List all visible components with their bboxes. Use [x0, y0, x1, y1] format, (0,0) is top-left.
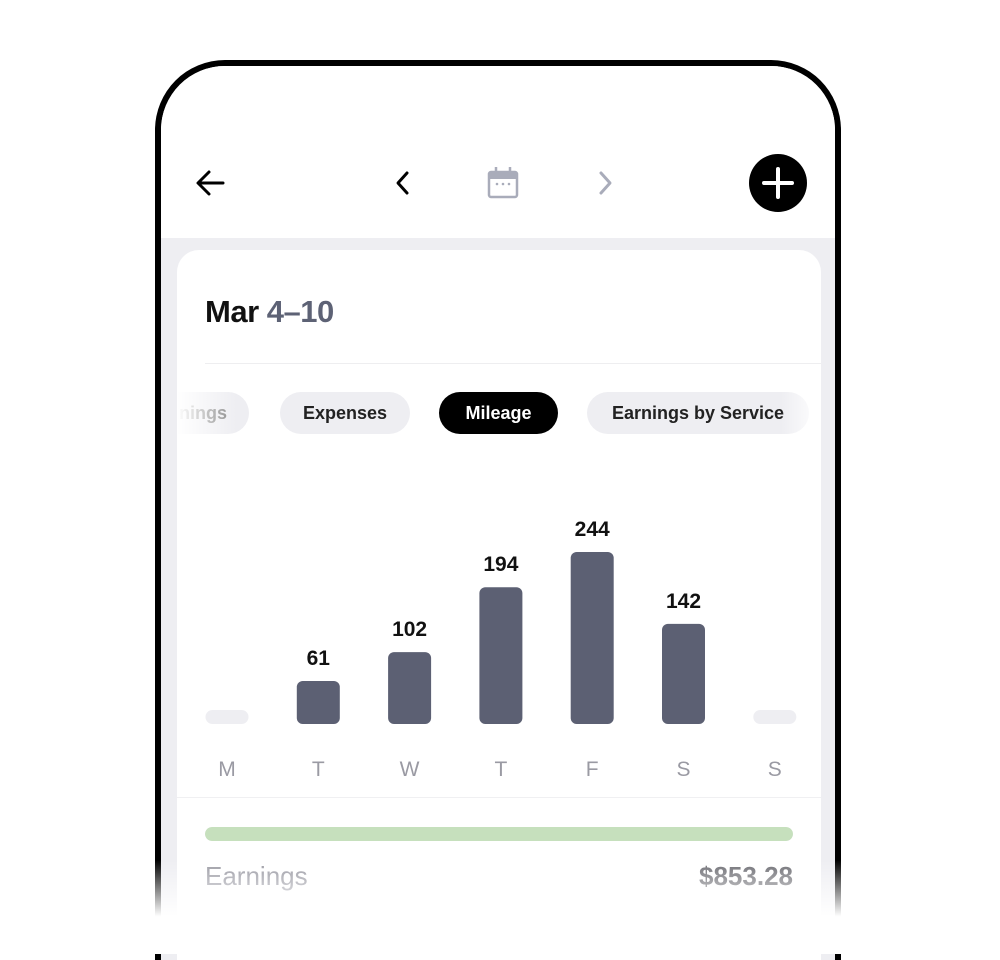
chevron-left-icon — [396, 171, 409, 195]
chart-day-label: T — [312, 758, 325, 781]
chart-day-label: F — [586, 758, 599, 781]
scroll-fade-left — [177, 392, 237, 436]
plus-icon — [762, 167, 794, 199]
chart-day-label: S — [768, 758, 782, 781]
chart-value-label: 194 — [483, 553, 518, 576]
earnings-progress-bar — [205, 827, 793, 841]
next-week-button[interactable] — [583, 161, 627, 205]
content-area: Mar 4–10 nings Expenses Mileage Earnings… — [161, 238, 835, 960]
calendar-button[interactable] — [481, 161, 525, 205]
tab-expenses[interactable]: Expenses — [280, 392, 410, 434]
top-bar — [161, 66, 835, 238]
chart-value-label: 102 — [392, 618, 427, 641]
chart-bar-empty[interactable] — [205, 710, 249, 724]
chart-bar[interactable] — [479, 587, 523, 724]
arrow-left-icon — [196, 170, 225, 196]
bottom-fade — [0, 860, 1000, 954]
phone-frame: Mar 4–10 nings Expenses Mileage Earnings… — [155, 60, 841, 960]
chart-bar[interactable] — [296, 681, 340, 724]
tab-mileage[interactable]: Mileage — [439, 392, 558, 434]
chart-bar-empty[interactable] — [753, 710, 797, 724]
period-title: Mar 4–10 — [205, 294, 334, 330]
tab-bar: nings Expenses Mileage Earnings by Servi… — [177, 392, 821, 436]
add-button[interactable] — [749, 154, 807, 212]
chart-day-label: M — [218, 758, 236, 781]
chart-bar[interactable] — [388, 652, 432, 724]
chart-day-label: W — [400, 758, 420, 781]
chart-day-label: T — [494, 758, 507, 781]
period-month: Mar — [205, 294, 259, 329]
chart-value-label: 142 — [666, 590, 701, 613]
earnings-progress-fill — [205, 827, 793, 841]
divider — [205, 363, 821, 364]
chart-bar[interactable] — [662, 623, 705, 724]
period-range: 4–10 — [266, 294, 334, 329]
chart-day-label: S — [676, 758, 690, 781]
back-button[interactable] — [189, 161, 233, 205]
summary-card: Mar 4–10 nings Expenses Mileage Earnings… — [177, 250, 821, 960]
chart-value-label: 244 — [575, 518, 610, 541]
scroll-fade-right — [781, 392, 821, 436]
mileage-chart-svg: M 61 T 102 W 194 T 244 F 142 S S — [205, 518, 797, 781]
divider — [177, 797, 821, 798]
previous-week-button[interactable] — [381, 161, 425, 205]
tab-earnings-by-service[interactable]: Earnings by Service — [587, 392, 809, 434]
chevron-right-icon — [599, 171, 612, 195]
mileage-chart: M 61 T 102 W 194 T 244 F 142 S S — [177, 470, 821, 790]
calendar-icon — [487, 167, 519, 199]
chart-value-label: 61 — [307, 647, 331, 670]
chart-bar[interactable] — [570, 552, 614, 724]
